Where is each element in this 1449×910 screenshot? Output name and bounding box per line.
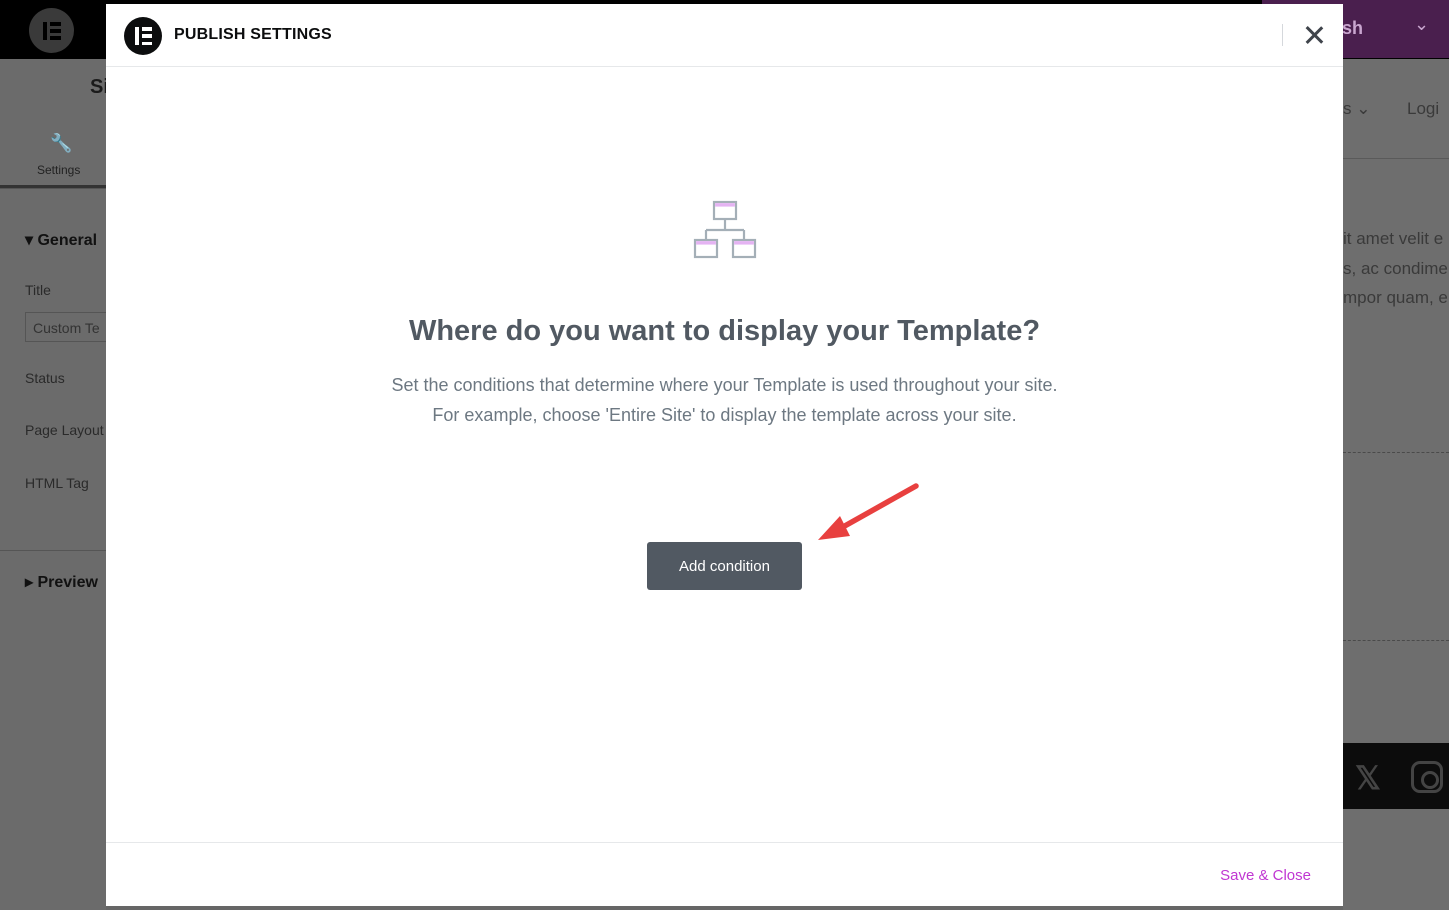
conditions-description: Set the conditions that determine where … xyxy=(391,375,1058,395)
section-preview[interactable]: ▸ Preview xyxy=(25,572,98,592)
section-border xyxy=(1343,640,1449,641)
preview-footer-social: 𝕏 xyxy=(1343,743,1449,809)
title-input[interactable]: Custom Te xyxy=(25,312,115,342)
conditions-sitemap-icon xyxy=(693,200,757,259)
wrench-icon: 🔧 xyxy=(50,133,73,153)
annotation-arrow-icon xyxy=(818,483,919,540)
section-general[interactable]: ▾ General xyxy=(25,230,97,250)
section-general-label: General xyxy=(37,232,98,249)
section-preview-label: Preview xyxy=(37,574,98,591)
preview-paragraph-line: it amet velit e xyxy=(1343,229,1444,248)
preview-nav-item[interactable]: s ⌄ xyxy=(1343,99,1370,119)
divider xyxy=(0,550,106,551)
html-tag-label: HTML Tag xyxy=(25,475,89,491)
header-divider xyxy=(1282,24,1283,46)
conditions-heading: Where do you want to display your Templa… xyxy=(408,315,1041,347)
instagram-icon[interactable] xyxy=(1411,761,1443,793)
close-icon[interactable] xyxy=(1300,21,1328,49)
conditions-description-example: For example, choose 'Entire Site' to dis… xyxy=(432,405,1017,425)
tab-settings-label: Settings xyxy=(37,163,81,177)
publish-label: sh xyxy=(1342,18,1364,38)
elementor-logo-icon[interactable] xyxy=(29,8,74,53)
page-layout-label: Page Layout xyxy=(25,422,104,438)
title-label: Title xyxy=(25,282,51,298)
publish-settings-modal: PUBLISH SETTINGS Where do you want to di… xyxy=(106,4,1343,906)
modal-header: PUBLISH SETTINGS xyxy=(106,4,1343,67)
divider xyxy=(1343,158,1449,159)
divider xyxy=(0,188,106,189)
tab-settings[interactable]: 🔧 Settings xyxy=(0,121,106,188)
elementor-logo-icon xyxy=(124,17,162,55)
chevron-down-icon[interactable]: ⌄ xyxy=(1414,14,1429,35)
save-close-button[interactable]: Save & Close xyxy=(1220,867,1311,884)
x-twitter-icon[interactable]: 𝕏 xyxy=(1355,759,1381,797)
preview-nav-login[interactable]: Logi xyxy=(1407,99,1439,119)
preview-paragraph-line: s, ac condimer xyxy=(1343,259,1449,278)
status-label: Status xyxy=(25,370,65,386)
modal-footer: Save & Close xyxy=(106,842,1343,906)
add-condition-button[interactable]: Add condition xyxy=(647,542,802,590)
section-border xyxy=(1343,452,1449,453)
preview-paragraph-line: mpor quam, e xyxy=(1343,288,1448,307)
modal-title: PUBLISH SETTINGS xyxy=(174,26,332,43)
